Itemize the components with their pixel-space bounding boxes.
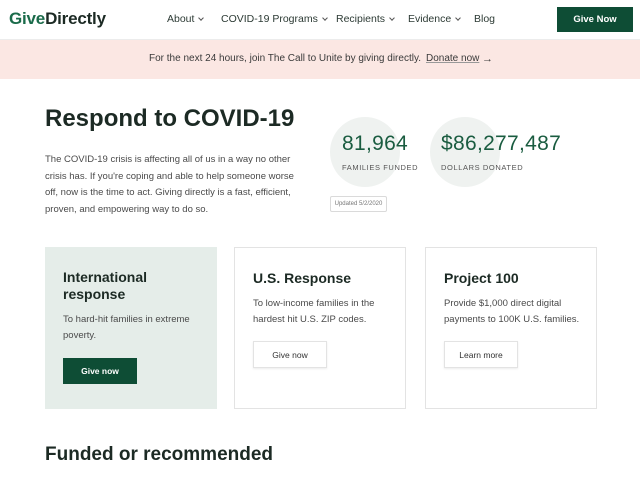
hero-description: The COVID-19 crisis is affecting all of … <box>45 154 294 215</box>
donate-now-link[interactable]: Donate now <box>426 53 479 64</box>
card-international-response: International response To hard-hit famil… <box>45 247 217 409</box>
learn-more-button[interactable]: Learn more <box>444 341 518 368</box>
card-description: To low-income families in the hardest hi… <box>253 298 375 325</box>
nav-item-blog[interactable]: Blog <box>474 13 495 25</box>
banner-text: For the next 24 hours, join The Call to … <box>149 53 421 64</box>
nav-item-recipients-label: Recipients <box>336 13 386 25</box>
logo-directly-text: Directly <box>45 9 106 28</box>
us-give-now-button[interactable]: Give now <box>253 341 327 368</box>
nav-item-covid-programs[interactable]: COVID-19 Programs <box>221 13 328 25</box>
page-title: Respond to COVID-19 <box>45 105 295 132</box>
logo-give-text: Give <box>9 9 46 28</box>
nav-item-covid-programs-label: COVID-19 Programs <box>221 13 318 25</box>
nav-item-about-label: About <box>167 13 195 25</box>
card-description: Provide $1,000 direct digital payments t… <box>444 298 580 325</box>
givedirectly-logo[interactable]: GiveDirectly <box>9 9 106 29</box>
nav-item-recipients[interactable]: Recipients <box>336 13 395 25</box>
card-project-100: Project 100 Provide $1,000 direct digita… <box>425 247 597 409</box>
chevron-down-icon <box>389 15 395 21</box>
families-funded-label: FAMILIES FUNDED <box>342 163 419 172</box>
nav-item-evidence[interactable]: Evidence <box>408 13 462 25</box>
card-title: International response <box>63 269 148 302</box>
nav-item-evidence-label: Evidence <box>408 13 452 25</box>
nav-item-blog-label: Blog <box>474 13 496 25</box>
chevron-down-icon <box>198 15 205 21</box>
dollars-donated-value: $86,277,487 <box>441 132 562 155</box>
site-header: GiveDirectly About COVID-19 Programs Rec… <box>0 0 640 40</box>
card-description: To hard-hit families in extreme poverty. <box>63 314 190 341</box>
international-give-now-button[interactable]: Give now <box>63 358 137 384</box>
chevron-down-icon <box>455 15 462 21</box>
card-us-response: U.S. Response To low-income families in … <box>234 247 406 409</box>
nav-item-about[interactable]: About <box>167 13 205 25</box>
announcement-banner: For the next 24 hours, join The Call to … <box>0 40 640 79</box>
dollars-donated-label: DOLLARS DONATED <box>441 163 524 172</box>
funded-section-title: Funded or recommended <box>45 444 274 465</box>
give-now-button[interactable]: Give Now <box>557 7 633 32</box>
arrow-right-icon[interactable]: → <box>482 53 493 65</box>
families-funded-value: 81,964 <box>342 132 409 155</box>
updated-badge: Updated 5/2/2020 <box>330 196 387 212</box>
card-title: Project 100 <box>444 270 519 286</box>
chevron-down-icon <box>322 15 328 21</box>
card-title: U.S. Response <box>253 270 352 286</box>
